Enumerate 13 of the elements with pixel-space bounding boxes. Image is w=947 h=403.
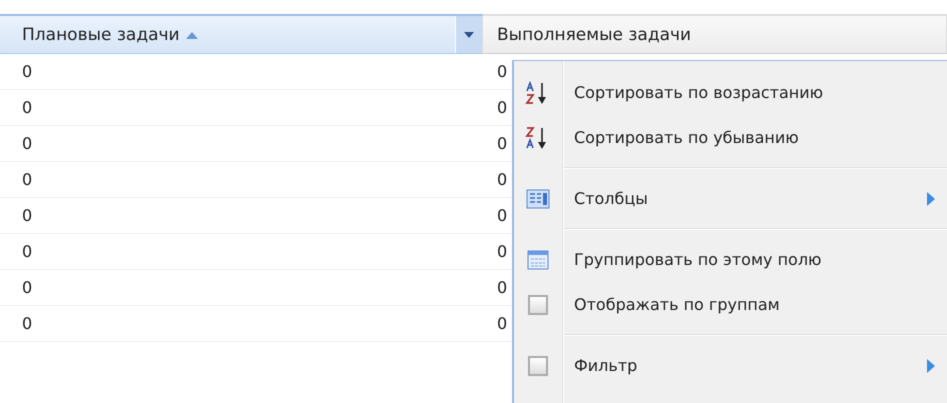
table-cell: 0 xyxy=(0,162,483,198)
column-header[interactable]: Плановые задачи xyxy=(0,14,483,54)
column-title: Выполняемые задачи xyxy=(497,24,692,44)
menu-item[interactable]: Фильтр xyxy=(514,343,947,388)
column-header[interactable]: Выполняемые задачи xyxy=(483,14,947,54)
column-title: Плановые задачи xyxy=(22,24,180,44)
table-cell: 0 xyxy=(0,234,483,270)
table-cell: 0 xyxy=(0,198,483,234)
table-cell: 0 xyxy=(0,90,483,126)
table-cell: 0 xyxy=(0,54,483,90)
table-cell: 0 xyxy=(0,126,483,162)
table-cell: 0 xyxy=(0,270,483,306)
table-cell: 0 xyxy=(0,306,483,342)
